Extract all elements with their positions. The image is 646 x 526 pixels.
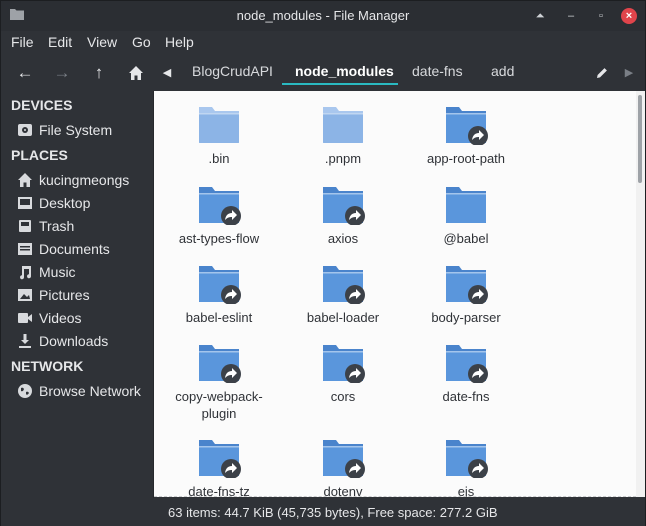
sidebar-item-label: Browse Network [39,383,141,399]
close-icon[interactable]: × [621,8,637,24]
drive-icon [18,124,32,136]
sidebar-section-network: NETWORK [11,358,84,374]
menu-file[interactable]: File [11,34,34,50]
home-icon [18,173,32,187]
file-name: ejs [457,484,475,497]
sidebar-footer [1,498,154,526]
file-name: babel-loader [306,310,380,325]
menu-edit[interactable]: Edit [48,34,72,50]
file-name: body-parser [431,310,501,325]
up-arrow-icon[interactable]: ↑ [89,63,109,83]
breadcrumb-date-fns[interactable]: date-fns [412,63,463,87]
symlink-folder-icon [199,187,241,225]
folder-icon [323,107,363,143]
symlink-folder-icon [199,440,241,478]
sidebar-item-label: File System [39,122,113,138]
symlink-folder-icon [446,266,488,304]
file-name: cors [330,389,356,404]
sidebar-item-desktop[interactable]: Desktop [17,194,152,214]
file-name: @babel [443,231,489,246]
file-grid[interactable]: .bin .pnpm app-root-path ast-types-flow axio… [154,91,636,497]
breadcrumb-blogcrudapi[interactable]: BlogCrudAPI [192,63,273,87]
sidebar-item-label: kucingmeongs [39,172,130,188]
symlink-folder-icon [446,107,488,145]
breadcrumb-add[interactable]: add [491,63,514,87]
active-breadcrumb-indicator [282,83,398,85]
folder-icon [199,107,239,143]
sidebar-item-home[interactable]: kucingmeongs [17,171,152,191]
file-name: date-fns [442,389,490,404]
symlink-folder-icon [446,345,488,383]
status-text: 63 items: 44.7 KiB (45,735 bytes), Free … [168,505,498,520]
breadcrumb-scroll-right-icon[interactable]: ▶ [619,63,639,83]
window-title: node_modules - File Manager [236,8,410,23]
sidebar-item-label: Pictures [39,287,90,303]
file-name: .bin [208,151,230,166]
menu-go[interactable]: Go [132,34,151,50]
breadcrumb-scroll-left-icon[interactable]: ◀ [157,63,177,83]
documents-icon [18,243,32,255]
symlink-folder-icon [323,187,365,225]
sidebar-item-label: Desktop [39,195,91,211]
folder-icon [446,187,486,223]
sidebar-item-file-system[interactable]: File System [17,121,152,141]
edit-location-pencil-icon[interactable] [592,63,612,83]
vertical-scrollbar[interactable] [636,91,645,497]
sidebar-item-music[interactable]: Music [17,263,152,283]
desktop-icon [18,197,32,209]
file-name: axios [327,231,359,246]
sidebar-item-label: Music [39,264,76,280]
home-button-icon[interactable] [126,63,146,83]
symlink-folder-icon [323,266,365,304]
symlink-folder-icon [323,440,365,478]
menu-help[interactable]: Help [165,34,194,50]
toolbar: ← → ↑ ◀ BlogCrudAPI node_modules date-fn… [1,55,645,91]
sidebar-item-label: Documents [39,241,110,257]
downloads-icon [19,334,31,348]
file-manager-window: node_modules - File Manager ⏶ ‒ ▫ × File… [0,0,646,526]
music-icon [20,266,32,280]
sidebar-item-documents[interactable]: Documents [17,240,152,260]
sidebar-item-videos[interactable]: Videos [17,309,152,329]
symlink-folder-icon [199,345,241,383]
maximize-icon[interactable]: ▫ [593,8,609,24]
sidebar-item-browse-network[interactable]: Browse Network [17,382,152,402]
file-name: copy-webpack-plugin [175,389,263,421]
file-name: babel-eslint [185,310,253,325]
scrollbar-thumb[interactable] [638,95,642,183]
sidebar-item-downloads[interactable]: Downloads [17,332,152,352]
sidebar: DEVICES File System PLACES kucingmeongs … [1,91,154,501]
back-arrow-icon[interactable]: ← [15,63,35,83]
network-icon [18,384,32,398]
minimize-icon[interactable]: ‒ [563,8,579,24]
sidebar-item-label: Trash [39,218,75,234]
menu-bar: File Edit View Go Help [1,31,645,55]
shade-icon[interactable]: ⏶ [532,8,548,24]
videos-icon [18,313,32,323]
status-bar: 63 items: 44.7 KiB (45,735 bytes), Free … [154,498,645,526]
pictures-icon [18,289,32,301]
file-name: dotenv [323,484,363,497]
sidebar-item-pictures[interactable]: Pictures [17,286,152,306]
menu-view[interactable]: View [87,34,117,50]
file-name: .pnpm [324,151,362,166]
sidebar-section-places: PLACES [11,147,68,163]
symlink-folder-icon [323,345,365,383]
forward-arrow-icon[interactable]: → [52,63,72,83]
sidebar-item-label: Videos [39,310,82,326]
sidebar-section-devices: DEVICES [11,97,73,113]
file-name: date-fns-tz [188,484,250,497]
file-name: app-root-path [426,151,506,166]
file-name: ast-types-flow [178,231,260,246]
sidebar-item-label: Downloads [39,333,109,349]
symlink-folder-icon [446,440,488,478]
symlink-folder-icon [199,266,241,304]
title-bar[interactable]: node_modules - File Manager ⏶ ‒ ▫ × [1,1,645,31]
sidebar-item-trash[interactable]: Trash [17,217,152,237]
trash-icon [19,220,31,232]
